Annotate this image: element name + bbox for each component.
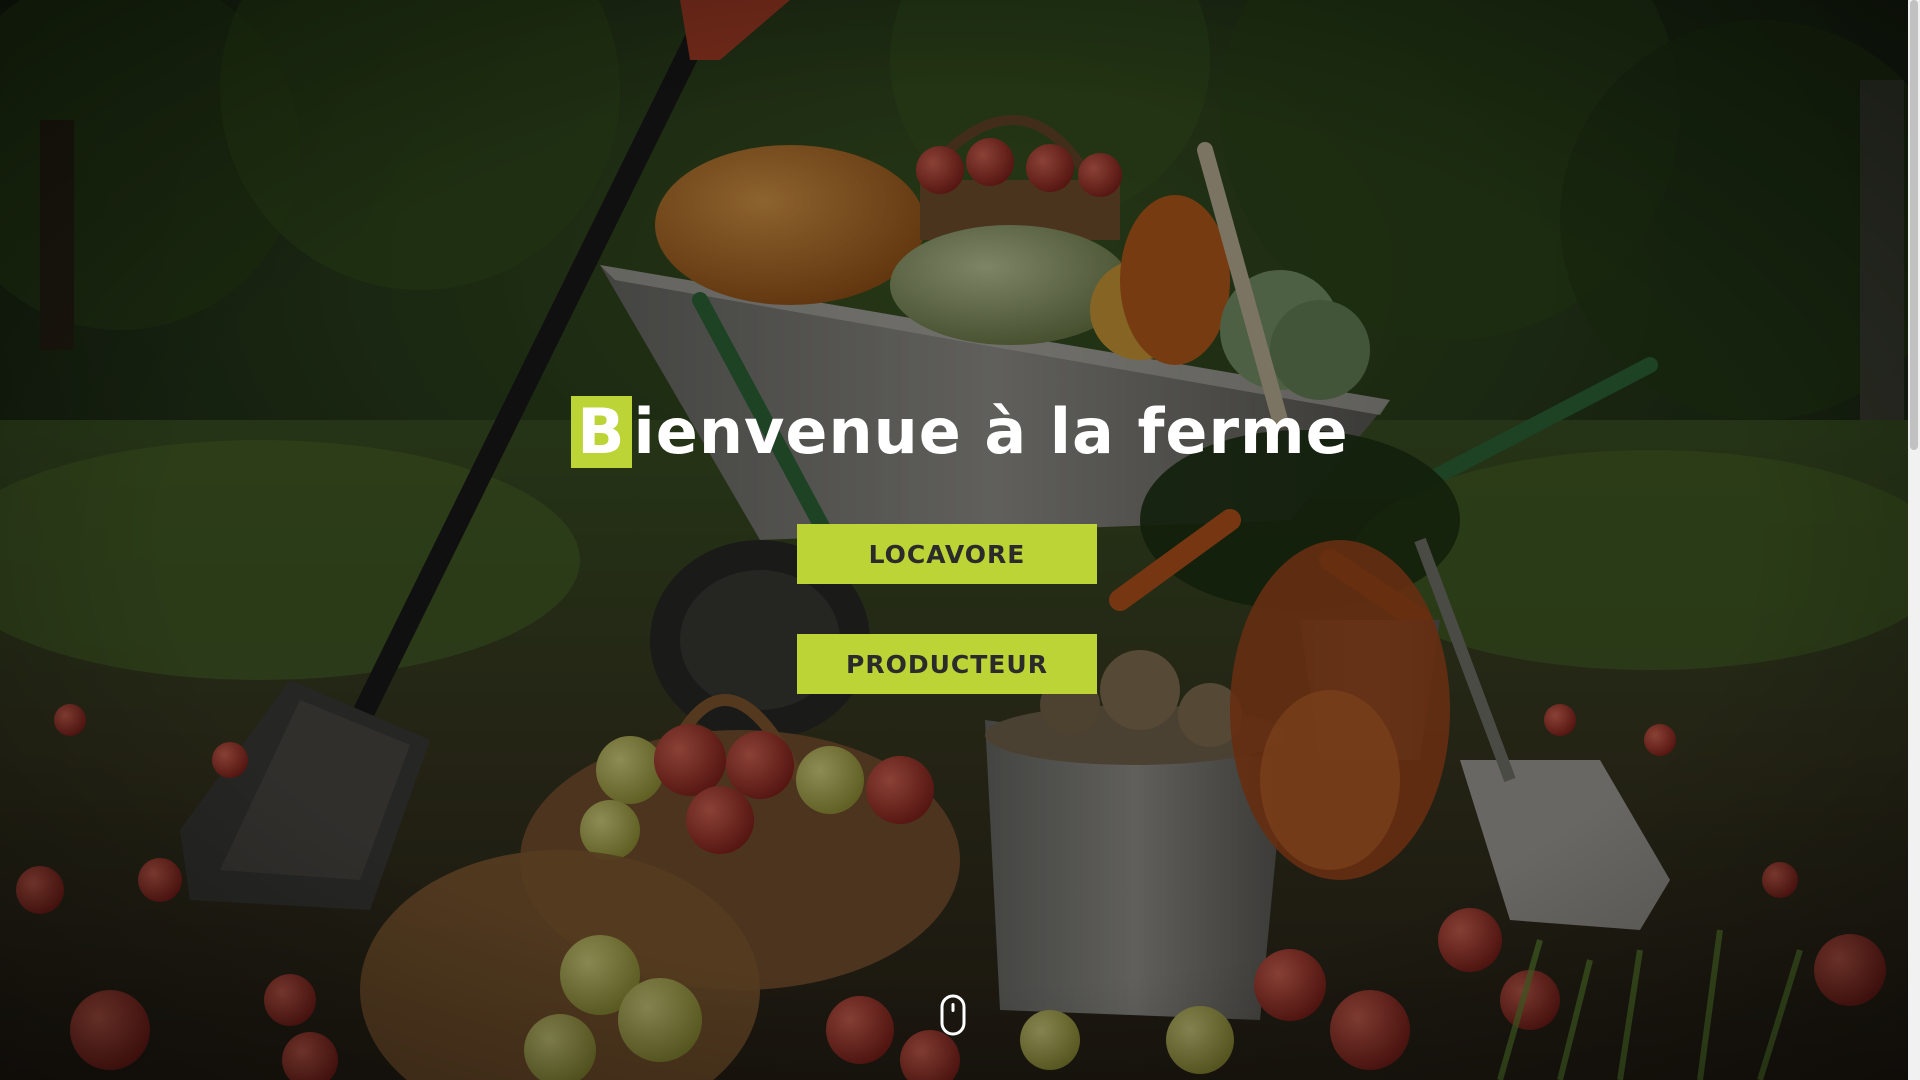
- mouse-icon[interactable]: [940, 994, 966, 1036]
- title-first-letter: B: [571, 396, 632, 468]
- page-scrollbar[interactable]: [1908, 0, 1920, 1080]
- hero-title-wrap: Bienvenue à la ferme: [0, 392, 1920, 472]
- hero-title: Bienvenue à la ferme: [571, 392, 1348, 472]
- locavore-button[interactable]: LOCAVORE: [797, 524, 1097, 584]
- producteur-button[interactable]: PRODUCTEUR: [797, 634, 1097, 694]
- title-rest: ienvenue à la ferme: [633, 395, 1349, 468]
- scrollbar-thumb[interactable]: [1910, 0, 1918, 450]
- hero-section: Bienvenue à la ferme LOCAVORE PRODUCTEUR: [0, 0, 1920, 1080]
